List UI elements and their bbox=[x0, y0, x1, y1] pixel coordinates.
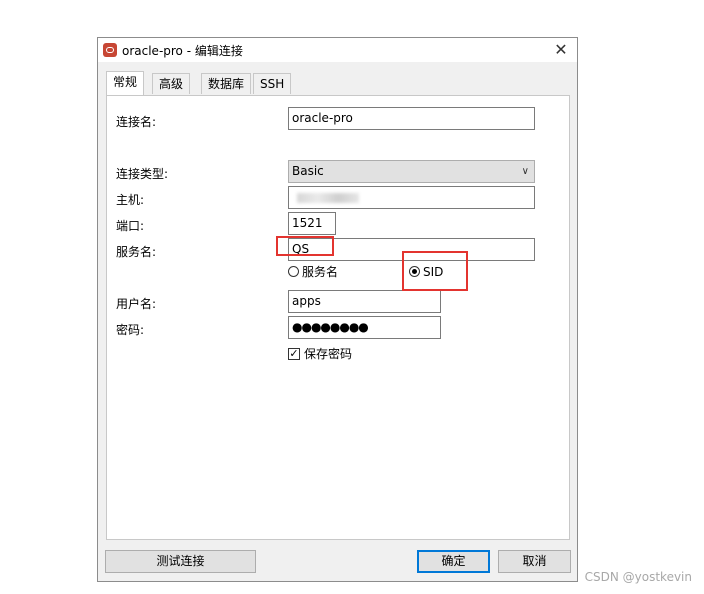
tab-advanced[interactable]: 高级 bbox=[152, 73, 191, 94]
password-label: 密码: bbox=[116, 323, 145, 337]
port-input[interactable]: 1521 bbox=[288, 212, 336, 235]
connection-name-label: 连接名: bbox=[116, 115, 157, 129]
password-input[interactable]: ●●●●●●●● bbox=[288, 316, 441, 339]
edit-connection-dialog: oracle-pro - 编辑连接 ✕ 常规 高级 数据库 SSH 连接名: o… bbox=[97, 37, 578, 582]
oracle-app-icon bbox=[103, 43, 117, 57]
test-connection-button[interactable]: 测试连接 bbox=[105, 550, 256, 573]
annotation-box-sid bbox=[402, 251, 468, 291]
connection-type-value: Basic bbox=[292, 164, 324, 178]
chevron-down-icon: ∨ bbox=[521, 166, 529, 177]
title-bar: oracle-pro - 编辑连接 ✕ bbox=[98, 38, 577, 62]
connection-type-label: 连接类型: bbox=[116, 167, 169, 181]
redacted-host bbox=[297, 193, 359, 203]
watermark: CSDN @yostkevin bbox=[584, 570, 692, 584]
port-label: 端口: bbox=[116, 219, 145, 233]
general-panel: 连接名: oracle-pro 连接类型: Basic ∨ 主机: 端口: 15… bbox=[106, 95, 570, 540]
annotation-box-service bbox=[276, 236, 334, 256]
tab-ssh[interactable]: SSH bbox=[253, 73, 292, 94]
service-name-label: 服务名: bbox=[116, 245, 157, 259]
checkmark-icon: ✓ bbox=[288, 347, 300, 360]
service-name-radio-label: 服务名 bbox=[302, 265, 339, 279]
radio-unchecked-icon bbox=[288, 266, 299, 277]
ok-button[interactable]: 确定 bbox=[417, 550, 490, 573]
tab-general[interactable]: 常规 bbox=[106, 71, 145, 95]
host-label: 主机: bbox=[116, 193, 145, 207]
close-icon[interactable]: ✕ bbox=[551, 40, 571, 60]
save-password-label: 保存密码 bbox=[304, 347, 353, 361]
username-input[interactable]: apps bbox=[288, 290, 441, 313]
host-input[interactable] bbox=[288, 186, 535, 209]
cancel-button[interactable]: 取消 bbox=[498, 550, 571, 573]
tab-database[interactable]: 数据库 bbox=[201, 73, 252, 94]
connection-type-select[interactable]: Basic ∨ bbox=[288, 160, 535, 183]
username-label: 用户名: bbox=[116, 297, 157, 311]
window-title: oracle-pro - 编辑连接 bbox=[122, 44, 243, 58]
connection-name-input[interactable]: oracle-pro bbox=[288, 107, 535, 130]
